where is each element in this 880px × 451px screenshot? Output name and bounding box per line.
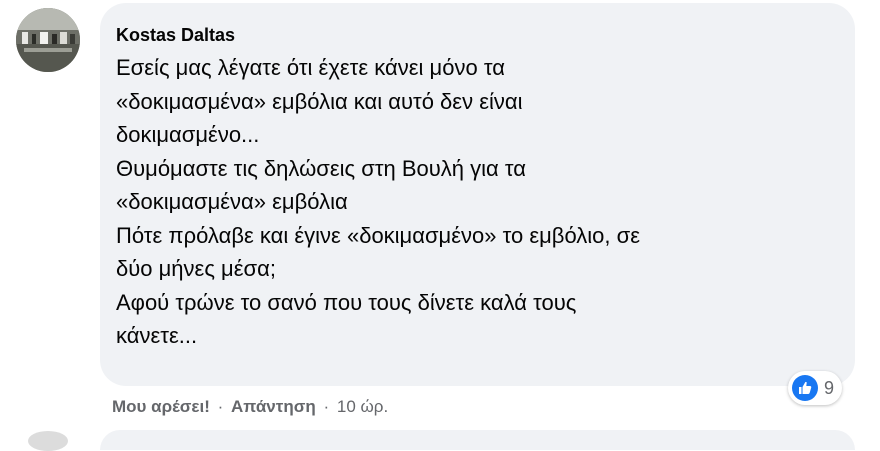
comment-author[interactable]: Kostas Daltas	[116, 23, 855, 47]
like-button[interactable]: Μου αρέσει!	[112, 397, 210, 416]
like-icon	[792, 375, 818, 401]
comment-text-line: Εσείς μας λέγατε ότι έχετε κάνει μόνο τα	[116, 55, 505, 80]
reply-button[interactable]: Απάντηση	[231, 397, 316, 416]
comment-timestamp[interactable]: 10 ώρ.	[337, 397, 388, 416]
avatar[interactable]	[16, 8, 80, 72]
comment-actions: Μου αρέσει! · Απάντηση · 10 ώρ.	[112, 395, 388, 419]
reaction-badge[interactable]: 9	[788, 371, 843, 405]
comment-text-line: κάνετε...	[116, 323, 198, 348]
reaction-count: 9	[824, 377, 835, 398]
comment-text-line: «δοκιμασμένα» εμβόλια και αυτό δεν είναι	[116, 88, 523, 114]
comment-text-line: δοκιμασμένο...	[116, 122, 260, 147]
comment-text-line: Αφού τρώνε το σανό που τους δίνετε καλά …	[116, 289, 577, 315]
comment-text-line: Πότε πρόλαβε και έγινε «δοκιμασμένο» το …	[116, 222, 641, 248]
next-comment-avatar	[28, 431, 68, 451]
comment-bubble: Kostas Daltas Εσείς μας λέγατε ότι έχετε…	[100, 3, 855, 386]
next-comment-bubble	[100, 430, 855, 450]
comment-text-line: «δοκιμασμένα» εμβόλια	[116, 189, 348, 214]
action-separator: ·	[323, 397, 330, 416]
comment-text-line: δύο μήνες μέσα;	[116, 256, 276, 281]
comment-text-line: Θυμόμαστε τις δηλώσεις στη Βουλή για τα	[116, 155, 526, 181]
action-separator: ·	[217, 397, 224, 416]
comment-body: Εσείς μας λέγατε ότι έχετε κάνει μόνο τα…	[116, 51, 855, 353]
